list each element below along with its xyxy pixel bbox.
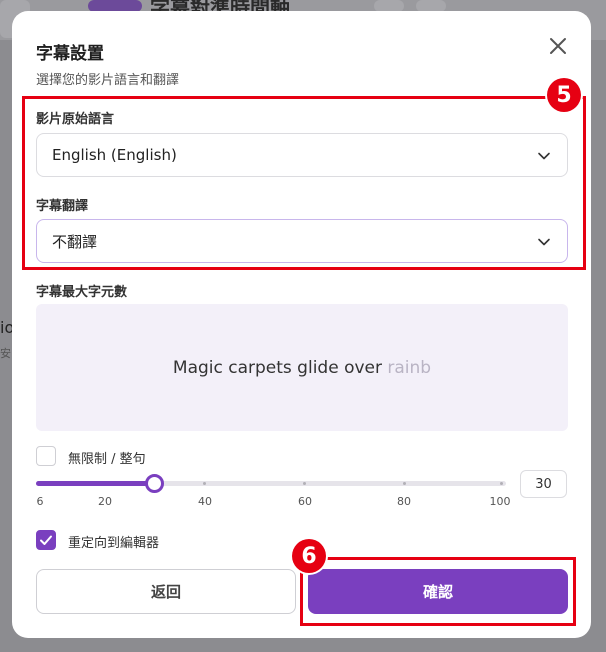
max-chars-slider-thumb[interactable] — [145, 474, 164, 493]
preview-overflow-text: rainb — [387, 357, 432, 378]
unlimited-checkbox[interactable] — [36, 446, 56, 466]
close-button[interactable] — [545, 33, 571, 59]
slider-tick-dot — [500, 482, 503, 485]
unlimited-label: 無限制 / 整句 — [68, 452, 146, 467]
slider-tick-label: 6 — [36, 495, 44, 508]
max-chars-input[interactable]: 30 — [520, 470, 567, 498]
max-chars-slider-fill — [36, 481, 154, 486]
annotation-box — [300, 557, 576, 626]
annotation-badge: 5 — [547, 78, 581, 112]
slider-tick-label: 100 — [489, 495, 511, 508]
close-icon — [550, 38, 566, 54]
slider-tick-dot — [203, 482, 206, 485]
preview-text: Magic carpets glide over — [172, 357, 388, 378]
slider-tick-label: 80 — [397, 495, 411, 508]
max-chars-label: 字幕最大字元數 — [36, 285, 128, 300]
redirect-label: 重定向到編輯器 — [68, 536, 160, 551]
slider-tick-dot — [403, 482, 406, 485]
check-icon — [40, 535, 52, 545]
dialog-subtitle: 選擇您的影片語言和翻譯 — [36, 73, 180, 88]
redirect-checkbox[interactable] — [36, 530, 56, 550]
slider-tick-label: 20 — [98, 495, 112, 508]
annotation-badge: 6 — [292, 539, 326, 573]
back-button[interactable]: 返回 — [36, 569, 296, 614]
annotation-box — [22, 96, 586, 270]
subtitle-preview: Magic carpets glide over rainb — [36, 304, 568, 431]
slider-tick-label: 40 — [198, 495, 212, 508]
dialog-title: 字幕設置 — [36, 44, 104, 64]
slider-tick-label: 60 — [298, 495, 312, 508]
slider-tick-dot — [303, 482, 306, 485]
background-card-subtitle: 安 — [0, 347, 11, 360]
